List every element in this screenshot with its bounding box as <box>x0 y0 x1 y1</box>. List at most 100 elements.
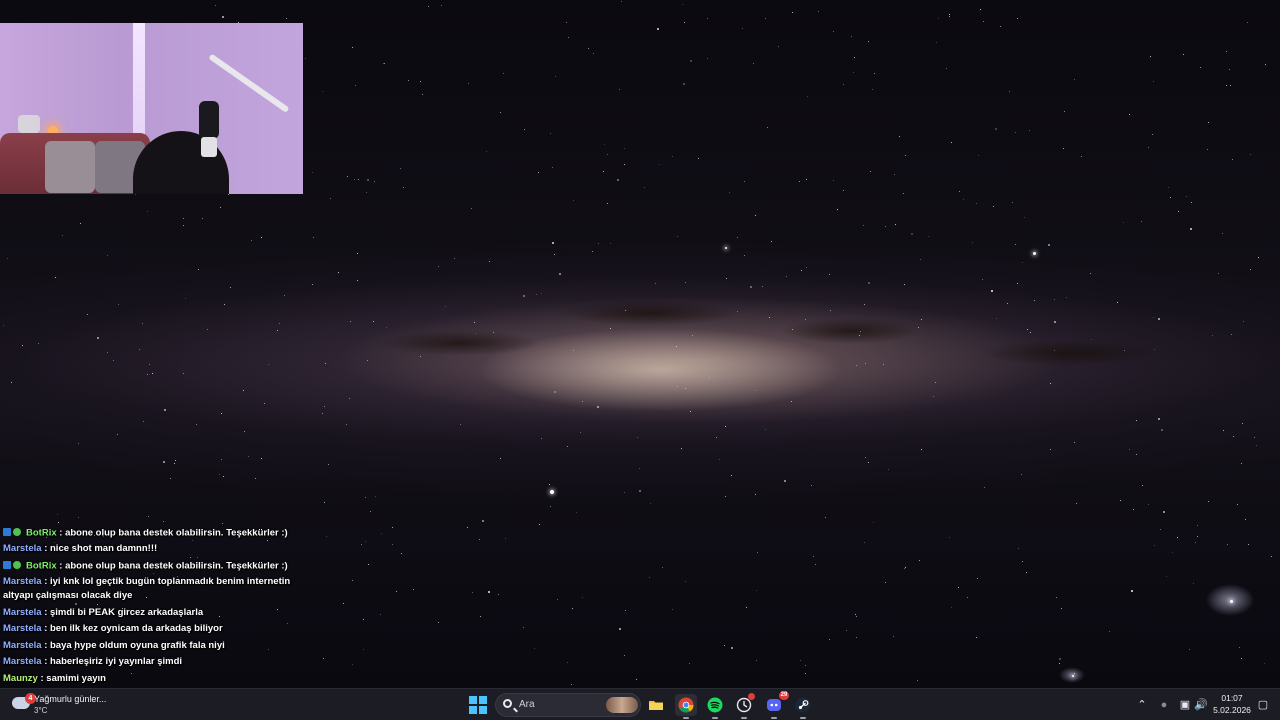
star <box>384 62 386 64</box>
microphone-icon[interactable]: ● <box>1157 698 1171 712</box>
star <box>142 420 144 422</box>
star <box>1023 217 1025 219</box>
star <box>488 260 490 262</box>
star <box>967 597 969 598</box>
star <box>162 521 164 523</box>
star <box>1225 50 1227 52</box>
star <box>804 673 806 675</box>
star <box>330 197 332 199</box>
star <box>250 239 252 241</box>
star <box>220 458 222 460</box>
star <box>806 178 808 180</box>
chat-message: Marstela : baya hype oldum oyuna grafik … <box>3 639 225 653</box>
volume-icon[interactable]: 🔊 <box>1194 698 1208 712</box>
weather-temperature: 3°C <box>34 706 48 715</box>
star <box>566 21 568 23</box>
star <box>618 628 621 631</box>
star <box>910 232 913 235</box>
star <box>1147 146 1149 148</box>
taskbar-app-file-explorer[interactable] <box>645 694 667 716</box>
chevron-up-icon[interactable]: ⌃ <box>1135 698 1149 712</box>
chat-text: : nice shot man damnn!!! <box>44 543 158 554</box>
star <box>1160 428 1163 431</box>
steam-icon <box>795 697 811 713</box>
star <box>77 516 79 518</box>
taskbar-app-misc[interactable] <box>733 693 755 719</box>
star <box>182 218 184 219</box>
running-indicator <box>683 717 689 719</box>
star <box>1153 544 1155 546</box>
star <box>905 566 907 568</box>
star <box>753 63 755 65</box>
star <box>1136 419 1138 421</box>
star <box>1058 663 1060 665</box>
star <box>343 602 345 604</box>
star <box>777 45 779 47</box>
taskbar-search[interactable]: Ara <box>495 693 641 717</box>
star <box>1183 53 1185 55</box>
star <box>921 318 923 320</box>
star <box>855 614 857 616</box>
star <box>1120 500 1122 502</box>
star <box>497 593 499 595</box>
star <box>1029 332 1031 334</box>
star <box>175 459 177 461</box>
star <box>863 541 865 543</box>
chat-text: : iyi knk lol geçtik bugün toplanmadık b… <box>3 576 291 601</box>
star <box>992 205 994 207</box>
star <box>746 607 748 609</box>
star <box>1148 503 1150 505</box>
discord-badge: 29 <box>779 691 789 700</box>
star <box>221 15 224 18</box>
star <box>852 72 854 74</box>
moderator-badge-icon <box>3 528 11 536</box>
star <box>361 543 363 545</box>
star <box>1014 131 1016 133</box>
star <box>538 523 540 525</box>
taskbar-app-spotify[interactable] <box>704 694 726 719</box>
star <box>736 311 738 313</box>
star <box>482 519 485 522</box>
star <box>1048 243 1051 246</box>
notifications-icon[interactable]: ▢ <box>1256 698 1270 712</box>
star <box>375 496 377 498</box>
running-indicator <box>771 717 777 719</box>
star <box>689 59 692 62</box>
star <box>467 526 468 528</box>
star <box>427 5 429 7</box>
running-indicator <box>741 717 747 719</box>
windows-logo-tile <box>479 696 487 704</box>
taskbar-app-chrome[interactable] <box>675 694 697 719</box>
dust-lane <box>560 300 740 326</box>
star <box>737 237 739 239</box>
star <box>1199 66 1201 68</box>
star <box>657 28 660 31</box>
star <box>1011 202 1013 204</box>
taskbar-app-steam[interactable] <box>792 694 814 719</box>
taskbar-app-discord[interactable]: 29 <box>763 691 789 719</box>
star <box>1152 316 1154 318</box>
start-button[interactable] <box>469 696 487 714</box>
chat-message: Maunzy : samimi yayın <box>3 672 106 686</box>
star <box>1232 435 1234 437</box>
star <box>885 582 887 584</box>
star <box>894 174 896 176</box>
star <box>1090 272 1092 274</box>
weather-widget[interactable]: 4 Yağmurlu günler... 3°C <box>8 691 138 719</box>
star <box>1264 63 1266 65</box>
clock[interactable]: 01:07 5.02.2026 <box>1212 692 1252 716</box>
star <box>1075 502 1077 504</box>
star <box>644 187 646 189</box>
pillow <box>45 141 95 193</box>
star <box>842 84 844 86</box>
network-icon[interactable]: ▣ <box>1178 698 1192 712</box>
figurine <box>18 115 40 133</box>
star <box>936 41 938 43</box>
star <box>625 610 627 612</box>
star <box>1142 484 1144 486</box>
star <box>146 211 148 213</box>
star <box>754 493 756 495</box>
star <box>837 209 839 211</box>
star <box>325 535 327 537</box>
windows-logo-icon <box>469 696 477 704</box>
